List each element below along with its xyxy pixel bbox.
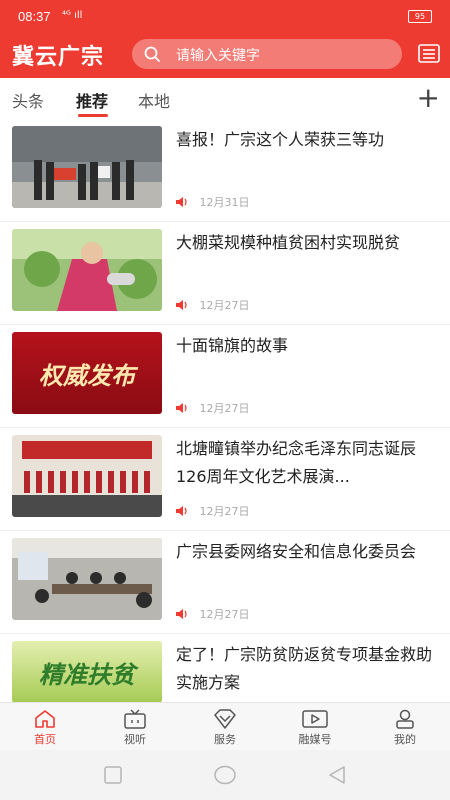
speaker-icon[interactable] (176, 402, 188, 416)
article-meta: 12月27日 (176, 297, 250, 313)
article-meta: 12月27日 (176, 400, 250, 416)
speaker-icon[interactable] (176, 196, 188, 210)
nav-media-label: 视听 (124, 733, 146, 746)
article-meta: 12月31日 (176, 194, 250, 210)
article-title: 喜报！广宗这个人荣获三等功 (176, 130, 385, 149)
article-thumbnail (12, 435, 162, 517)
home-icon (35, 710, 55, 728)
nav-media-account[interactable]: 融媒号 (270, 709, 360, 747)
speaker-icon[interactable] (176, 608, 188, 622)
article-meta: 12月27日 (176, 606, 250, 622)
article-date: 12月27日 (199, 299, 250, 312)
nav-home[interactable]: 首页 (0, 709, 90, 747)
status-time: 08:37 (18, 9, 51, 24)
signal-icon: ⁴ᴳ ıll (62, 10, 83, 21)
news-menu-icon[interactable] (418, 44, 440, 68)
recent-apps-icon[interactable] (104, 766, 122, 784)
list-item[interactable]: 精准扶贫 定了！广宗防贫防返贫专项基金救助实施方案 (0, 633, 450, 703)
diamond-icon (214, 709, 236, 729)
article-date: 12月27日 (199, 608, 250, 621)
list-item[interactable]: 权威发布 十面锦旗的故事 12月27日 (0, 324, 450, 428)
article-thumbnail (12, 229, 162, 311)
article-meta: 12月27日 (176, 503, 250, 519)
article-thumbnail: 权威发布 (12, 332, 162, 414)
battery-icon: 95 (408, 10, 432, 23)
status-bar: 08:37 ⁴ᴳ ıll 95 (0, 0, 450, 34)
article-date: 12月27日 (199, 402, 250, 415)
nav-media[interactable]: 视听 (90, 709, 180, 747)
tab-local[interactable]: 本地 (138, 88, 170, 112)
app-logo: 冀云广宗 (12, 44, 105, 70)
channel-tabs: 头条 推荐 本地 + (0, 78, 450, 118)
list-item[interactable]: 喜报！广宗这个人荣获三等功 12月31日 (0, 118, 450, 222)
user-icon (396, 709, 414, 729)
list-item[interactable]: 广宗县委网络安全和信息化委员会 12月27日 (0, 530, 450, 634)
nav-profile[interactable]: 我的 (360, 709, 450, 747)
list-item[interactable]: 北塘疃镇举办纪念毛泽东同志诞辰126周年文化艺术展演... 12月27日 (0, 427, 450, 531)
thumbnail-caption: 权威发布 (39, 361, 135, 390)
speaker-icon[interactable] (176, 299, 188, 313)
nav-media-account-label: 融媒号 (298, 733, 332, 746)
nav-home-label: 首页 (34, 733, 56, 746)
article-date: 12月31日 (199, 196, 250, 209)
add-channel-icon[interactable]: + (417, 84, 440, 112)
article-title: 广宗县委网络安全和信息化委员会 (176, 542, 417, 561)
article-thumbnail (12, 538, 162, 620)
system-navigation (0, 750, 450, 800)
bottom-navigation: 首页 视听 服务 融媒号 我的 (0, 702, 450, 751)
article-thumbnail: 精准扶贫 (12, 641, 162, 703)
speaker-icon[interactable] (176, 505, 188, 519)
search-icon (144, 46, 160, 66)
home-button-icon[interactable] (214, 765, 236, 785)
video-icon (302, 710, 328, 728)
article-date: 12月27日 (199, 505, 250, 518)
tv-icon (124, 709, 146, 729)
article-title: 定了！广宗防贫防返贫专项基金救助实施方案 (176, 645, 433, 692)
article-title: 北塘疃镇举办纪念毛泽东同志诞辰126周年文化艺术展演... (176, 439, 417, 486)
active-tab-indicator (78, 114, 108, 117)
article-title: 大棚菜规模种植贫困村实现脱贫 (176, 233, 401, 252)
article-title: 十面锦旗的故事 (176, 336, 289, 355)
tab-headlines[interactable]: 头条 (12, 88, 44, 112)
nav-service-label: 服务 (214, 733, 236, 746)
list-item[interactable]: 大棚菜规模种植贫困村实现脱贫 12月27日 (0, 221, 450, 325)
app-header: 冀云广宗 请输入关键字 (0, 34, 450, 78)
nav-profile-label: 我的 (394, 733, 416, 746)
nav-service[interactable]: 服务 (180, 709, 270, 747)
article-thumbnail (12, 126, 162, 208)
search-placeholder: 请输入关键字 (176, 48, 260, 64)
tab-recommended[interactable]: 推荐 (76, 88, 108, 112)
thumbnail-caption: 精准扶贫 (39, 660, 135, 689)
search-bar[interactable]: 请输入关键字 (132, 39, 402, 69)
back-icon[interactable] (328, 765, 346, 785)
